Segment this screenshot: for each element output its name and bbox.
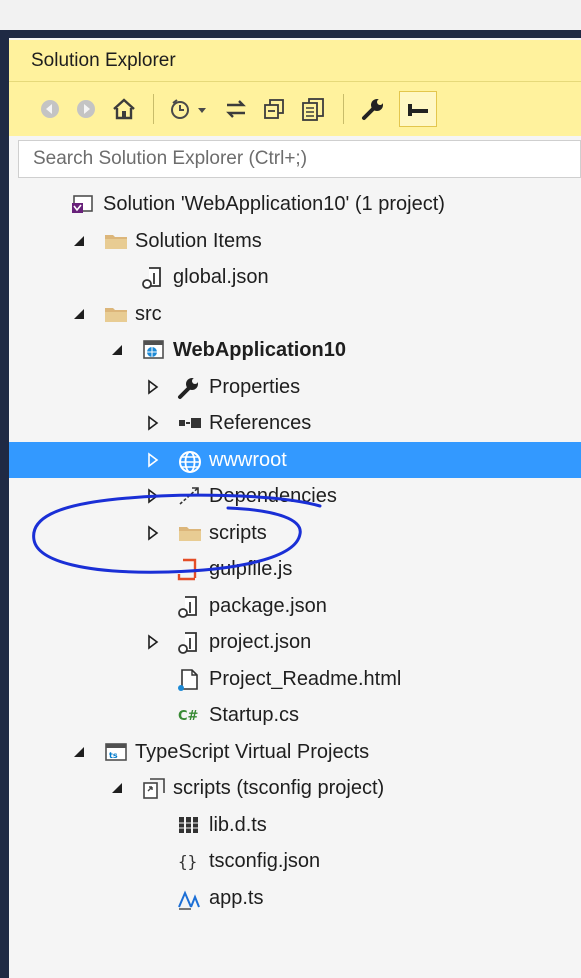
dts-file-icon	[177, 814, 201, 836]
collapsed-arrow-icon[interactable]	[145, 624, 165, 660]
collapsed-arrow-icon[interactable]	[145, 369, 165, 405]
pin-icon[interactable]	[399, 91, 437, 127]
expanded-arrow-icon[interactable]	[109, 770, 129, 806]
window-frame-top	[9, 30, 581, 38]
tree-item-solution-webapplication10-1-project[interactable]: Solution 'WebApplication10' (1 project)	[9, 186, 581, 222]
collapsed-arrow-icon[interactable]	[145, 515, 165, 551]
back-icon[interactable]	[37, 93, 63, 125]
tree-item-solution-items[interactable]: Solution Items	[9, 223, 581, 259]
expanded-arrow-icon[interactable]	[71, 223, 91, 259]
sync-icon[interactable]	[221, 93, 251, 125]
globe-icon	[177, 449, 201, 473]
tree-item-label: TypeScript Virtual Projects	[135, 740, 370, 763]
forward-icon[interactable]	[73, 93, 99, 125]
tree-item-scripts-tsconfig-project[interactable]: scripts (tsconfig project)	[9, 770, 581, 806]
tree-item-scripts[interactable]: scripts	[9, 515, 581, 551]
html-file-icon	[177, 668, 201, 691]
home-icon[interactable]	[109, 93, 139, 125]
tree-item-label: Solution 'WebApplication10' (1 project)	[103, 193, 445, 215]
collapsed-arrow-icon[interactable]	[145, 478, 165, 514]
tree-item-label: scripts	[209, 521, 267, 544]
expanded-arrow-icon[interactable]	[71, 296, 91, 332]
web-project-icon	[141, 339, 165, 361]
tree-item-label: global.json	[173, 266, 269, 288]
ts-file-icon	[177, 887, 201, 910]
tree-item-label: Solution Items	[135, 229, 262, 252]
tree-item-label: lib.d.ts	[209, 813, 267, 836]
tree-item-label: package.json	[209, 594, 327, 617]
tree-item-startup-cs[interactable]: C# Startup.cs	[9, 697, 581, 733]
tsconfig-project-icon	[141, 777, 165, 799]
braces-file-icon: {}	[177, 850, 201, 872]
collapse-all-icon[interactable]	[259, 93, 289, 125]
tree-item-gulpfile-js[interactable]: gulpfile.js	[9, 551, 581, 587]
tree-item-global-json[interactable]: global.json	[9, 259, 581, 295]
window-top-strip	[0, 0, 581, 30]
json-file-icon	[177, 631, 201, 654]
folder-icon	[177, 522, 201, 544]
svg-text:{}: {}	[178, 852, 197, 871]
ts-virtual-projects-icon: ts	[103, 741, 127, 763]
json-file-icon	[177, 595, 201, 618]
properties-icon[interactable]	[357, 93, 389, 125]
pending-changes-icon[interactable]	[167, 93, 213, 125]
tree-item-label: src	[135, 302, 162, 325]
tree-item-app-ts[interactable]: app.ts	[9, 880, 581, 916]
tree-item-label: Dependencies	[209, 485, 337, 507]
show-all-files-icon[interactable]	[297, 93, 329, 125]
tree-item-wwwroot[interactable]: wwwroot	[9, 441, 581, 478]
folder-icon	[103, 230, 127, 252]
tree-item-label: wwwroot	[209, 448, 287, 471]
tree-item-label: Startup.cs	[209, 704, 300, 726]
tree-item-label: scripts (tsconfig project)	[173, 777, 385, 799]
json-file-icon	[141, 266, 165, 289]
tree-item-properties[interactable]: Properties	[9, 369, 581, 405]
tree-item-label: tsconfig.json	[209, 850, 321, 872]
tree-item-label: app.ts	[209, 886, 264, 909]
tree-item-label: Properties	[209, 375, 301, 398]
svg-text:C#: C#	[178, 709, 199, 724]
tree-item-references[interactable]: References	[9, 405, 581, 441]
tree-item-label: Project_Readme.html	[209, 667, 402, 690]
dependencies-icon	[177, 485, 201, 507]
tree-item-tsconfig-json[interactable]: {} tsconfig.json	[9, 843, 581, 879]
panel-title[interactable]: Solution Explorer	[9, 40, 581, 82]
tree-item-dependencies[interactable]: Dependencies	[9, 478, 581, 514]
tree-item-label: gulpfile.js	[209, 558, 293, 580]
tree-item-label: WebApplication10	[173, 339, 346, 361]
tree-item-typescript-virtual-projects[interactable]: ts TypeScript Virtual Projects	[9, 734, 581, 770]
solution-explorer-toolbar	[9, 82, 581, 136]
tree-item-package-json[interactable]: package.json	[9, 588, 581, 624]
solution-icon	[71, 193, 95, 215]
tree-item-project-readme-html[interactable]: Project_Readme.html	[9, 661, 581, 697]
svg-text:ts: ts	[109, 751, 118, 760]
csharp-file-icon: C#	[177, 704, 201, 726]
toolbar-separator	[153, 94, 154, 124]
tree-item-project-json[interactable]: project.json	[9, 624, 581, 660]
tree-item-webapplication10[interactable]: WebApplication10	[9, 332, 581, 368]
collapsed-arrow-icon[interactable]	[145, 442, 165, 478]
tree-item-label: project.json	[209, 631, 312, 653]
references-icon	[177, 412, 201, 434]
toolbar-separator	[343, 94, 344, 124]
expanded-arrow-icon[interactable]	[71, 734, 91, 770]
tree-item-src[interactable]: src	[9, 296, 581, 332]
tree-item-lib-d-ts[interactable]: lib.d.ts	[9, 807, 581, 843]
search-input[interactable]: Search Solution Explorer (Ctrl+;)	[18, 140, 581, 178]
collapsed-arrow-icon[interactable]	[145, 405, 165, 441]
tree-item-label: References	[209, 412, 312, 434]
window-frame-left	[0, 30, 9, 978]
wrench-icon	[177, 376, 201, 399]
expanded-arrow-icon[interactable]	[109, 332, 129, 368]
js-file-icon	[177, 558, 201, 581]
folder-icon	[103, 303, 127, 325]
